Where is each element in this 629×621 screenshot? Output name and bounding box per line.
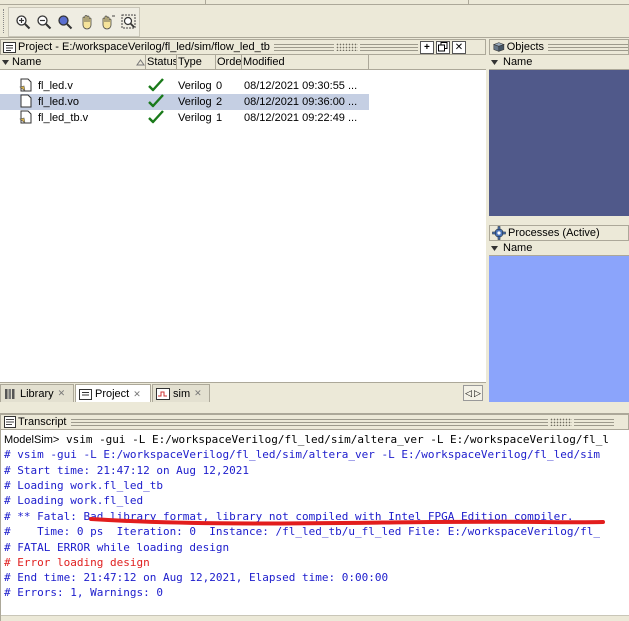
- project-column-header: Name Status Type Order Modified: [0, 55, 486, 70]
- processes-panel-title: Processes (Active): [508, 227, 600, 239]
- transcript-header: Transcript: [0, 414, 629, 430]
- verilog-file-icon: [19, 110, 32, 124]
- file-modified: 08/12/2021 09:30:55 ...: [244, 80, 358, 92]
- file-row[interactable]: fl_led.v Verilog 0 08/12/2021 09:30:55 .…: [0, 77, 369, 94]
- chevron-down-icon: [2, 59, 9, 65]
- gear-icon: [492, 226, 506, 240]
- zoom-full-button[interactable]: [55, 12, 75, 32]
- zoom-out-icon: [37, 15, 52, 30]
- file-row[interactable]: fl_led_tb.v Verilog 1 08/12/2021 09:22:4…: [0, 109, 369, 126]
- objects-panel-header: Objects: [489, 39, 629, 55]
- file-order: 2: [216, 96, 223, 108]
- checkmark-icon: [148, 109, 164, 123]
- column-name[interactable]: Name: [489, 241, 629, 255]
- sort-up-icon: [136, 58, 145, 65]
- scroll-left-icon[interactable]: ◁: [465, 388, 472, 399]
- file-name: fl_led_tb.v: [38, 112, 89, 124]
- library-icon: [5, 389, 15, 399]
- tab-scroll-buttons[interactable]: ◁ ▷: [463, 385, 483, 401]
- zoom-hand-icon: [82, 15, 91, 30]
- tab-close-icon[interactable]: ✕: [58, 389, 67, 398]
- column-order[interactable]: Order: [216, 55, 242, 69]
- undock-icon: [437, 41, 448, 51]
- project-panel-title: Project - E:/workspaceVerilog/fl_led/sim…: [18, 41, 270, 53]
- processes-panel: Processes (Active) Name: [489, 225, 629, 402]
- project-icon: [3, 42, 16, 53]
- zoom-cursor-icon: [102, 15, 115, 30]
- transcript-icon: [4, 416, 16, 428]
- processes-panel-header: Processes (Active): [489, 225, 629, 241]
- tab-project[interactable]: Project ✕: [75, 384, 151, 403]
- tab-close-icon[interactable]: ✕: [133, 389, 142, 399]
- objects-panel-title: Objects: [506, 41, 544, 53]
- add-panel-button[interactable]: +: [419, 40, 434, 54]
- project-panel-header: Project - E:/workspaceVerilog/fl_led/sim…: [0, 39, 486, 55]
- transcript-title: Transcript: [18, 416, 67, 428]
- sim-icon: [156, 387, 170, 400]
- annotation-underline: [89, 517, 605, 526]
- zoom-out-button[interactable]: [34, 12, 54, 32]
- chevron-down-icon: [491, 59, 498, 65]
- panel-tabs: Library ✕ Project ✕ sim ✕ ◁ ▷: [0, 382, 486, 403]
- file-name: fl_led.v: [38, 80, 73, 92]
- zoom-in-icon: [16, 15, 31, 30]
- panel-drag-handle[interactable]: [335, 43, 358, 51]
- file-type: Verilog: [178, 112, 212, 124]
- zoom-hand-button[interactable]: [77, 12, 97, 32]
- objects-panel: Objects Name: [489, 39, 629, 216]
- undock-panel-button[interactable]: [435, 40, 450, 54]
- zoom-in-button[interactable]: [13, 12, 33, 32]
- objects-column-header: Name: [489, 55, 629, 70]
- file-row[interactable]: fl_led.vo Verilog 2 08/12/2021 09:36:00 …: [0, 93, 369, 110]
- zoom-full-icon: [58, 15, 73, 30]
- zoom-area-icon: [121, 14, 136, 29]
- file-name: fl_led.vo: [38, 96, 79, 108]
- project-icon: [79, 389, 92, 400]
- file-modified: 08/12/2021 09:36:00 ...: [244, 96, 358, 108]
- tab-library[interactable]: Library ✕: [0, 384, 74, 403]
- checkmark-icon: [148, 77, 164, 91]
- column-modified[interactable]: Modified: [242, 55, 369, 69]
- toolbar-grip[interactable]: [3, 9, 6, 33]
- zoom-cursor-button[interactable]: [98, 12, 118, 32]
- verilog-file-icon: [19, 78, 32, 92]
- file-type: Verilog: [178, 80, 212, 92]
- transcript-console[interactable]: ModelSim> vsim -gui -L E:/workspaceVeril…: [0, 430, 629, 621]
- bottom-splitter[interactable]: [0, 402, 629, 414]
- file-order: 1: [216, 112, 223, 124]
- chevron-down-icon: [491, 245, 498, 251]
- zoom-toolbar: [0, 5, 629, 38]
- transcript-scrollbar[interactable]: [1, 615, 629, 621]
- panel-drag-handle[interactable]: [549, 418, 572, 426]
- file-order: 0: [216, 80, 223, 92]
- objects-icon: [493, 42, 505, 52]
- verilog-file-icon: [20, 94, 32, 107]
- scroll-right-icon[interactable]: ▷: [474, 388, 481, 399]
- close-panel-button[interactable]: ✕: [451, 40, 466, 54]
- column-status[interactable]: Status: [146, 55, 177, 69]
- column-name[interactable]: Name: [0, 55, 146, 69]
- processes-column-header: Name: [489, 241, 629, 256]
- checkmark-icon: [148, 93, 164, 107]
- tab-close-icon[interactable]: ✕: [194, 389, 203, 398]
- tab-sim[interactable]: sim ✕: [152, 384, 210, 403]
- column-type[interactable]: Type: [177, 55, 216, 69]
- right-splitter[interactable]: [489, 216, 629, 225]
- column-name[interactable]: Name: [489, 55, 629, 69]
- project-panel: Project - E:/workspaceVerilog/fl_led/sim…: [0, 39, 486, 382]
- file-type: Verilog: [178, 96, 212, 108]
- file-modified: 08/12/2021 09:22:49 ...: [244, 112, 358, 124]
- zoom-toolbar-group: [8, 7, 140, 37]
- zoom-area-button[interactable]: [119, 12, 139, 32]
